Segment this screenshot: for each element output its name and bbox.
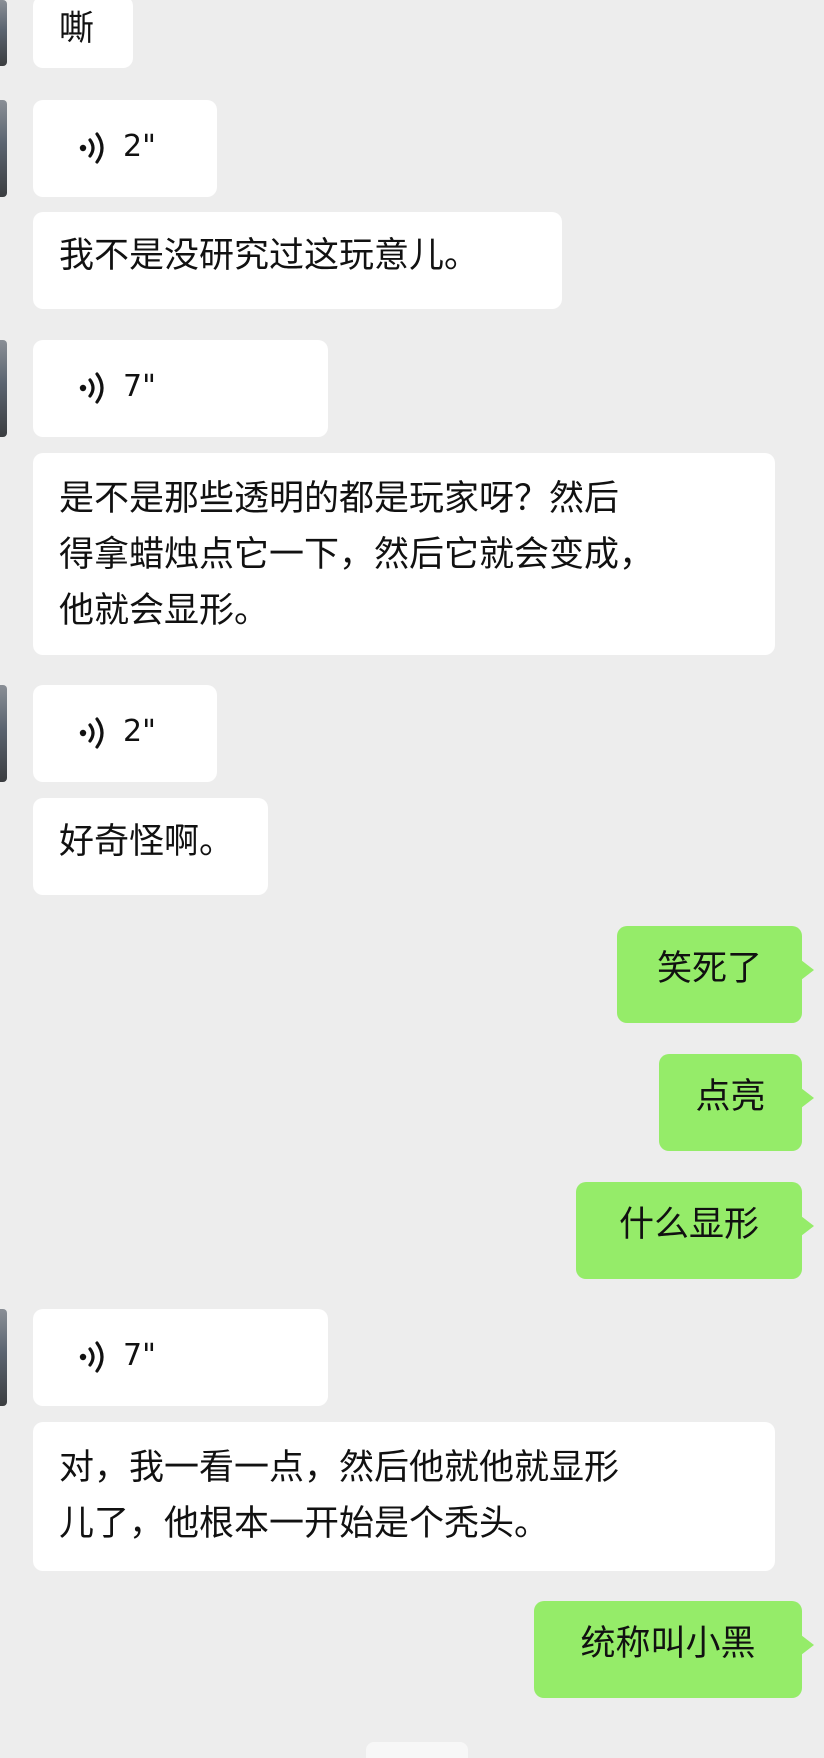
voice-duration: 2" bbox=[123, 129, 156, 164]
voice-message-bubble[interactable]: 2" bbox=[33, 100, 217, 197]
message-text: 笑死了 bbox=[656, 949, 762, 989]
message-text: 什么显形 bbox=[618, 1205, 759, 1245]
sender-avatar[interactable] bbox=[0, 100, 7, 197]
voice-duration: 7" bbox=[123, 369, 156, 404]
scroll-indicator bbox=[366, 1742, 468, 1758]
message-bubble-incoming[interactable]: 对，我一看一点，然后他就他就显形 儿了，他根本一开始是个秃头。 bbox=[33, 1422, 775, 1571]
voice-wave-icon bbox=[79, 1341, 104, 1373]
message-text: 嘶 bbox=[59, 9, 95, 49]
message-text: 统称叫小黑 bbox=[580, 1624, 756, 1664]
message-text: 是不是那些透明的都是玩家呀？然后 得拿蜡烛点它一下，然后它就会变成， 他就会显形… bbox=[59, 479, 655, 631]
message-bubble-incoming[interactable]: 我不是没研究过这玩意儿。 bbox=[33, 212, 562, 309]
voice-wave-icon bbox=[79, 132, 104, 164]
message-bubble-outgoing[interactable]: 统称叫小黑 bbox=[534, 1601, 814, 1698]
message-text: 好奇怪啊。 bbox=[59, 822, 235, 862]
sender-avatar[interactable] bbox=[0, 0, 7, 66]
message-bubble-outgoing[interactable]: 什么显形 bbox=[576, 1182, 814, 1279]
voice-wave-icon bbox=[79, 372, 104, 404]
voice-message-bubble[interactable]: 7" bbox=[33, 340, 328, 437]
message-bubble-incoming[interactable]: 嘶 bbox=[33, 0, 133, 68]
message-text: 对，我一看一点，然后他就他就显形 儿了，他根本一开始是个秃头。 bbox=[59, 1448, 620, 1544]
voice-message-bubble[interactable]: 7" bbox=[33, 1309, 328, 1406]
voice-duration: 7" bbox=[123, 1338, 156, 1373]
sender-avatar[interactable] bbox=[0, 685, 7, 782]
voice-message-bubble[interactable]: 2" bbox=[33, 685, 217, 782]
sender-avatar[interactable] bbox=[0, 1309, 7, 1406]
voice-duration: 2" bbox=[123, 714, 156, 749]
voice-wave-icon bbox=[79, 717, 104, 749]
message-bubble-outgoing[interactable]: 点亮 bbox=[659, 1054, 814, 1151]
sender-avatar[interactable] bbox=[0, 340, 7, 437]
message-bubble-incoming[interactable]: 是不是那些透明的都是玩家呀？然后 得拿蜡烛点它一下，然后它就会变成， 他就会显形… bbox=[33, 453, 775, 655]
message-text: 点亮 bbox=[695, 1077, 766, 1117]
message-text: 我不是没研究过这玩意儿。 bbox=[59, 236, 480, 276]
message-bubble-incoming[interactable]: 好奇怪啊。 bbox=[33, 798, 268, 895]
message-bubble-outgoing[interactable]: 笑死了 bbox=[617, 926, 814, 1023]
